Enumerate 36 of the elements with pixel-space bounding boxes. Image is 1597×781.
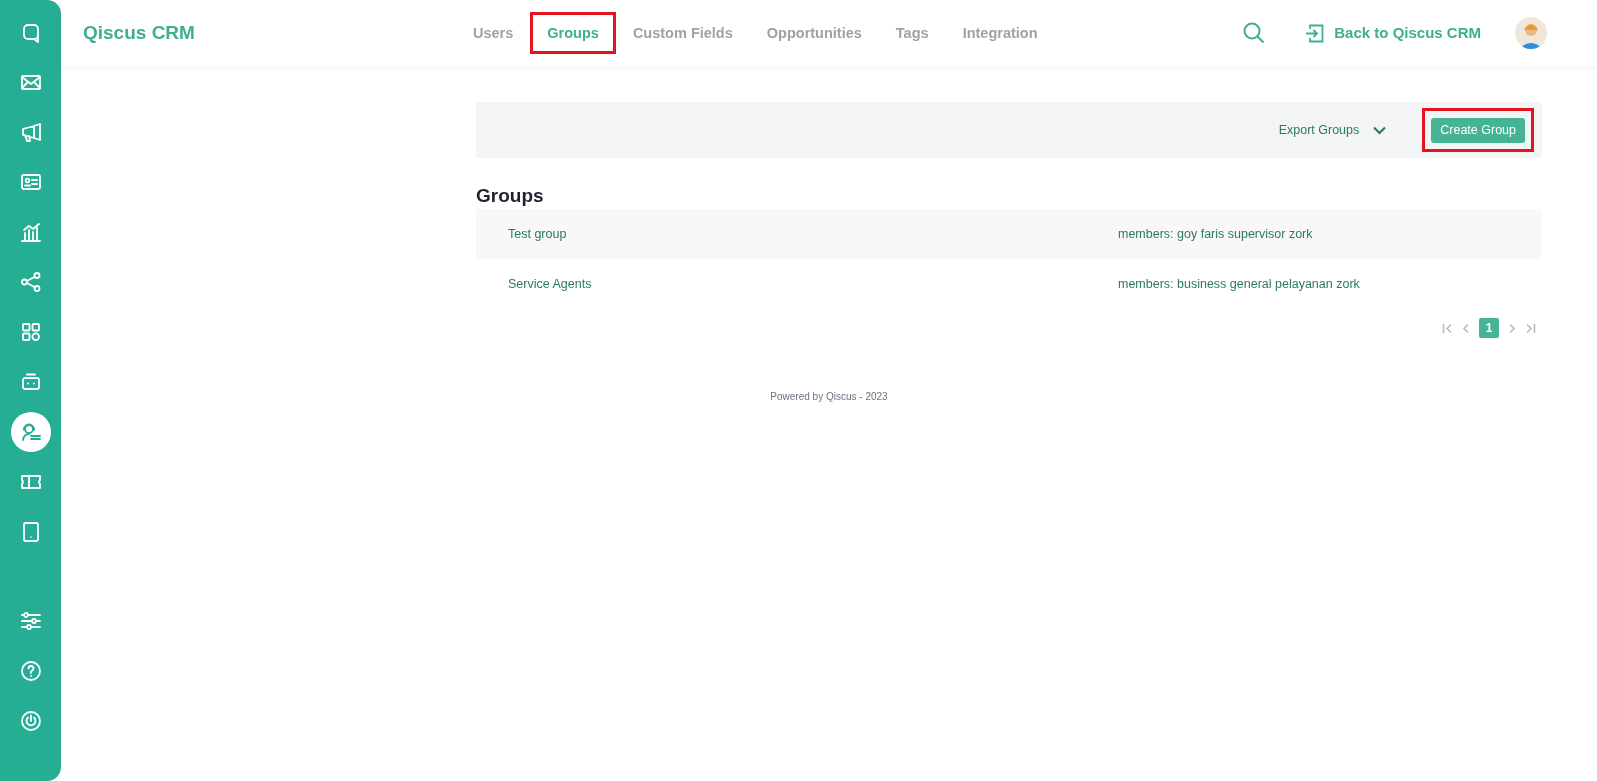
- first-page-icon[interactable]: [1442, 322, 1453, 334]
- page-button[interactable]: 1: [1479, 318, 1499, 338]
- nav-tab[interactable]: Users: [473, 25, 514, 41]
- share-nodes-icon: [19, 271, 42, 293]
- nav-tab[interactable]: Integration: [962, 25, 1038, 41]
- create-group-button[interactable]: Create Group: [1431, 117, 1525, 143]
- chevron-down-icon: [1373, 125, 1387, 135]
- group-name[interactable]: Test group: [508, 224, 1118, 244]
- previous-page-icon[interactable]: [1462, 322, 1470, 334]
- footer-text: Powered by Qiscus - 2023: [770, 390, 888, 404]
- agent-icon: [19, 421, 42, 443]
- back-link[interactable]: Back to Qiscus CRM: [1305, 21, 1481, 45]
- avatar[interactable]: [1515, 17, 1547, 49]
- group-name[interactable]: Service Agents: [508, 274, 1118, 294]
- nav-tab[interactable]: Tags: [895, 25, 929, 41]
- exit-icon: [1305, 23, 1325, 43]
- sidebar-item[interactable]: [10, 412, 51, 452]
- help-icon: [19, 660, 42, 682]
- robot-icon: [19, 371, 42, 393]
- apps-grid-icon: [19, 321, 42, 343]
- export-dropdown[interactable]: Export Groups: [1278, 120, 1387, 140]
- search-icon[interactable]: [1243, 22, 1266, 44]
- power-icon: [19, 710, 42, 732]
- contact-card-icon: [19, 171, 42, 193]
- next-page-icon[interactable]: [1508, 322, 1516, 334]
- nav-tab[interactable]: Custom Fields: [632, 25, 733, 41]
- megaphone-icon: [19, 121, 42, 143]
- last-page-icon[interactable]: [1525, 322, 1536, 334]
- settings-sliders-icon: [19, 610, 42, 632]
- section-title: Groups: [476, 184, 545, 208]
- nav-tab[interactable]: Groups: [547, 25, 599, 41]
- group-members: members: business general pelayanan zork: [1118, 275, 1360, 293]
- nav-tab[interactable]: Opportunities: [766, 25, 862, 41]
- group-members: members: goy faris supervisor zork: [1118, 225, 1313, 243]
- bar-chart-icon: [19, 221, 42, 243]
- app-logo[interactable]: Qiscus CRM: [83, 18, 195, 48]
